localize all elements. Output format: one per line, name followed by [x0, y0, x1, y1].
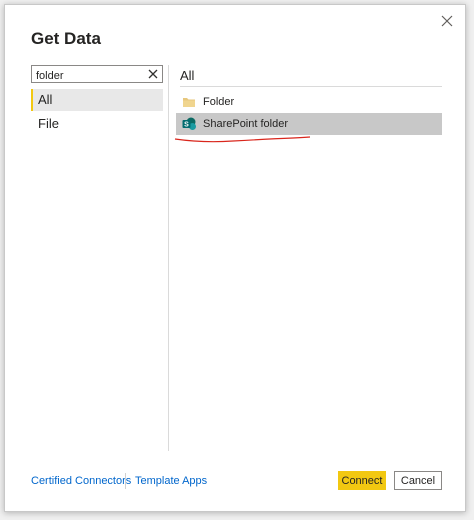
list-item-sharepoint-folder[interactable]: S SharePoint folder	[176, 113, 442, 135]
list-item-label: Folder	[203, 96, 235, 108]
template-apps-link[interactable]: Template Apps	[135, 475, 207, 487]
get-data-dialog: Get Data All File All Folder S SharePoin…	[4, 4, 466, 512]
sharepoint-icon: S	[182, 117, 196, 130]
category-file[interactable]: File	[31, 113, 163, 135]
search-box[interactable]	[31, 65, 163, 84]
red-underline-annotation	[174, 136, 311, 143]
list-item-folder[interactable]: Folder	[176, 91, 442, 113]
clear-icon[interactable]	[148, 69, 158, 79]
close-icon[interactable]	[441, 15, 453, 27]
results-header: All	[180, 65, 442, 87]
category-all[interactable]: All	[31, 89, 163, 111]
dialog-title: Get Data	[31, 29, 101, 48]
certified-connectors-link[interactable]: Certified Connectors	[31, 475, 131, 487]
footer-divider	[125, 473, 126, 489]
folder-icon	[183, 98, 195, 107]
search-input[interactable]	[32, 68, 140, 84]
connect-button[interactable]: Connect	[338, 471, 386, 490]
panel-divider	[168, 65, 169, 451]
cancel-button[interactable]: Cancel	[394, 471, 442, 490]
list-item-label: SharePoint folder	[203, 118, 288, 130]
svg-text:S: S	[184, 122, 189, 129]
